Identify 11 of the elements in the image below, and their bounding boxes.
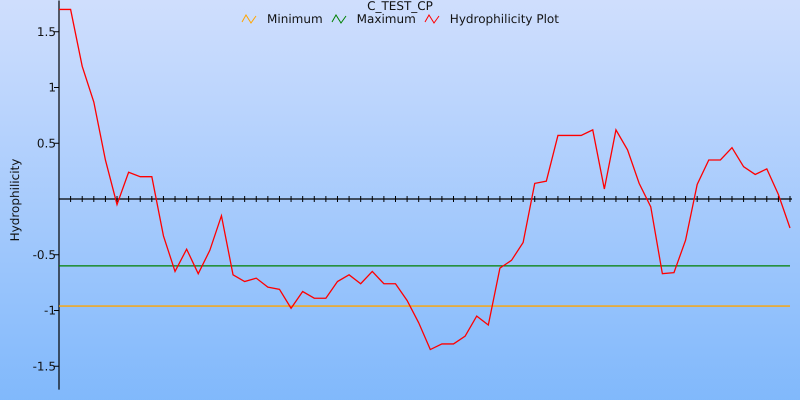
chart-title: C_TEST_CP <box>367 0 433 12</box>
y-tick-label: 0.5 <box>36 136 56 150</box>
y-tick-label: -0.5 <box>32 248 56 262</box>
y-tick-label: 1.5 <box>36 24 56 39</box>
y-tick-label: -1.5 <box>32 359 56 374</box>
legend-label: Minimum <box>267 12 323 26</box>
y-tick-label: -1 <box>44 304 56 318</box>
y-tick-label: 1 <box>48 80 56 94</box>
legend-label: Hydrophilicity Plot <box>450 12 559 26</box>
y-axis-label: Hydrophilicity <box>8 158 22 242</box>
legend-label: Maximum <box>356 12 416 26</box>
